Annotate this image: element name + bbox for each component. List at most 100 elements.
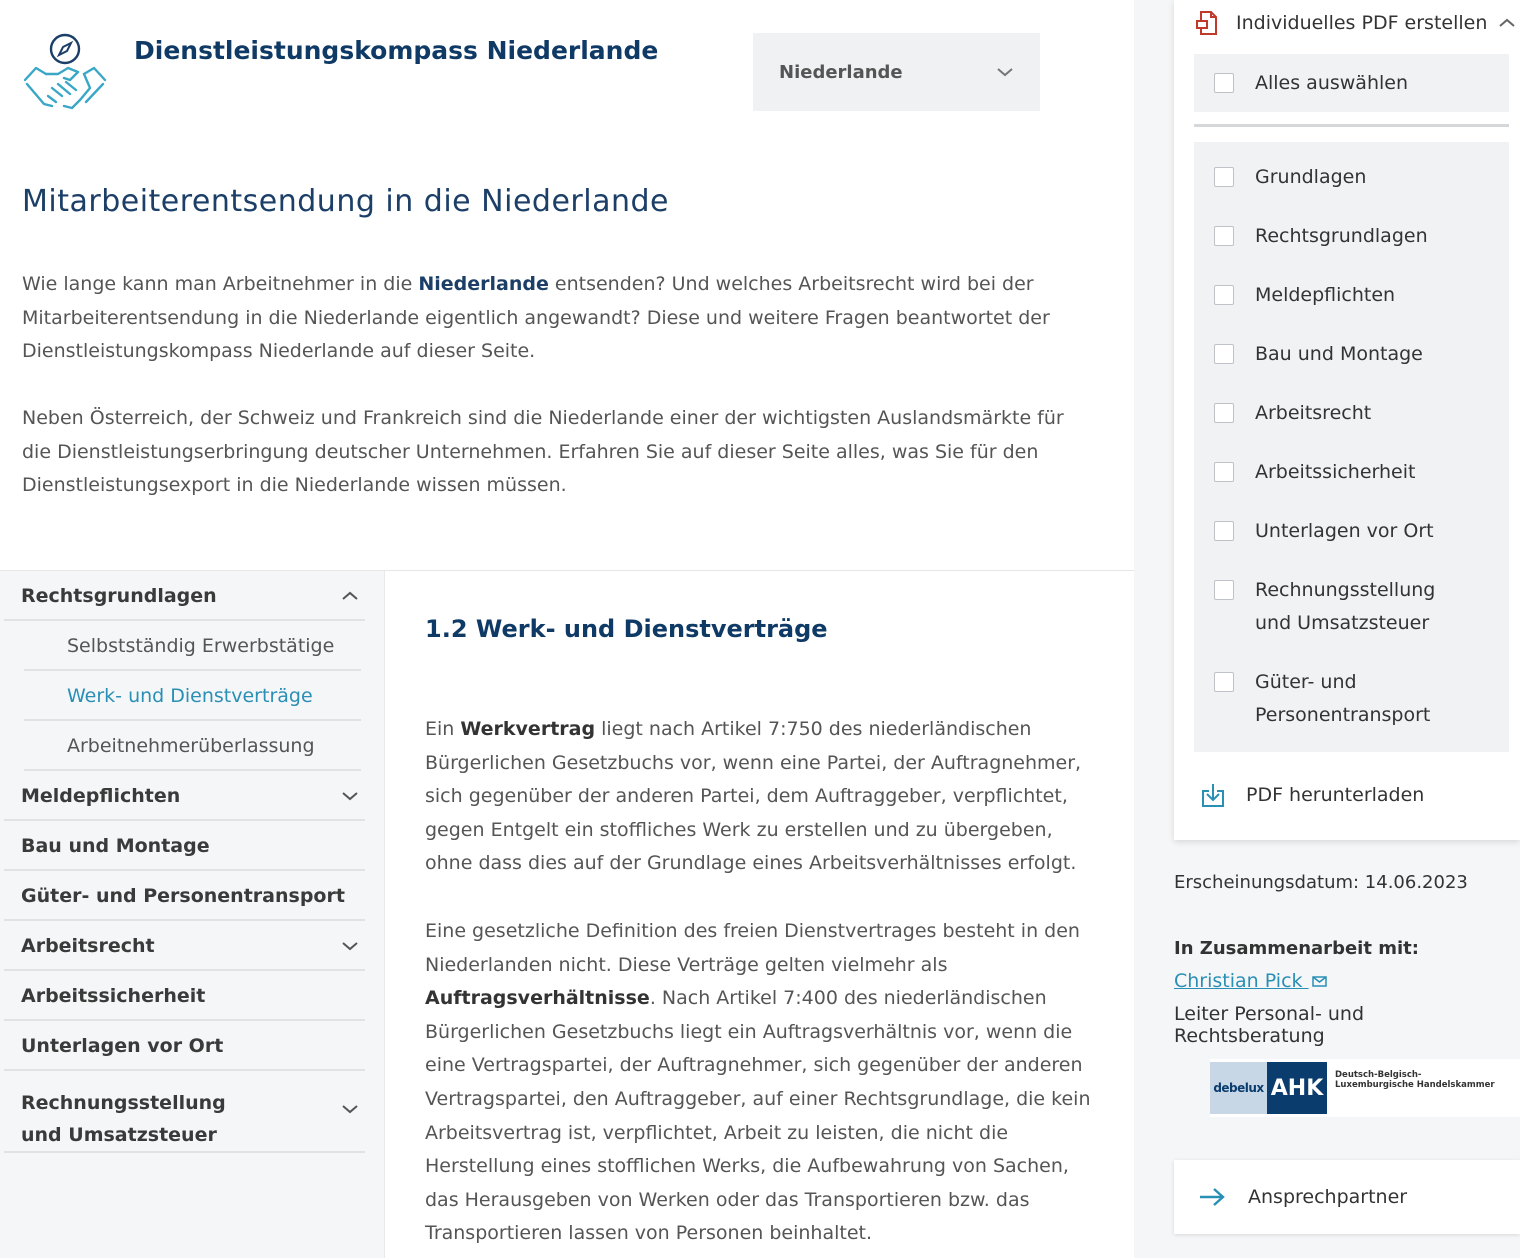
publication-date: Erscheinungsdatum: 14.06.2023 — [1174, 872, 1468, 893]
checkbox[interactable] — [1214, 344, 1234, 364]
contact-name: Christian Pick — [1174, 970, 1303, 992]
checkbox-label: Bau und Montage — [1255, 343, 1423, 365]
pdf-builder-panel: Individuelles PDF erstellen Alles auswäh… — [1174, 0, 1520, 840]
pdf-option-grundlagen[interactable]: Grundlagen — [1214, 164, 1504, 194]
pdf-section-list: Grundlagen Rechtsgrundlagen Meldepflicht… — [1194, 142, 1509, 752]
nav-item-label: Unterlagen vor Ort — [21, 1035, 224, 1057]
nav-item-transport[interactable]: Güter- und Personentransport — [4, 873, 365, 921]
nav-subitem-arbeitnehmerueberlassung[interactable]: Arbeitnehmerüberlassung — [24, 723, 361, 771]
checkbox[interactable] — [1214, 226, 1234, 246]
pdf-panel-title: Individuelles PDF erstellen — [1236, 12, 1488, 34]
pdf-option-bau-montage[interactable]: Bau und Montage — [1214, 341, 1504, 371]
checkbox[interactable] — [1214, 462, 1234, 482]
nav-item-label: Rechtsgrundlagen — [21, 585, 217, 607]
article-text: Ein — [425, 718, 461, 740]
article-title: 1.2 Werk- und Dienstverträge — [425, 615, 828, 643]
section-nav: Rechtsgrundlagen Selbstständig Erwerbstä… — [0, 571, 385, 1258]
nav-item-label: Meldepflichten — [21, 785, 181, 807]
nav-item-arbeitsrecht[interactable]: Arbeitsrecht — [4, 923, 365, 971]
nav-item-label: Bau und Montage — [21, 835, 210, 857]
download-icon — [1202, 784, 1224, 807]
brand-title[interactable]: Dienstleistungskompass Niederlande — [134, 36, 658, 65]
nav-item-rechtsgrundlagen[interactable]: Rechtsgrundlagen — [4, 573, 365, 621]
pdf-option-rechnungsstellung[interactable]: Rechnungsstellung und Umsatzsteuer — [1214, 577, 1504, 640]
intro-paragraph: Neben Österreich, der Schweiz und Frankr… — [22, 407, 1064, 496]
pdf-option-arbeitssicherheit[interactable]: Arbeitssicherheit — [1214, 459, 1504, 489]
pdf-download-button[interactable]: PDF herunterladen — [1200, 782, 1424, 808]
article-text: . Nach Artikel 7:400 des niederländische… — [425, 987, 1091, 1245]
chevron-down-icon — [342, 1105, 358, 1114]
nav-subitem-werk-dienstvertraege[interactable]: Werk- und Dienstverträge — [24, 673, 361, 721]
intro-paragraph: Wie lange kann man Arbeitnehmer in die N… — [22, 268, 1082, 369]
nav-item-arbeitssicherheit[interactable]: Arbeitssicherheit — [4, 973, 365, 1021]
article: 1.2 Werk- und Dienstverträge Ein Werkver… — [386, 571, 1134, 1258]
partner-logo-debelux: debelux — [1210, 1062, 1267, 1114]
chevron-up-icon — [1499, 18, 1515, 27]
contact-person-button[interactable]: Ansprechpartner — [1174, 1160, 1520, 1234]
nav-subitem-label: Selbstständig Erwerbstätige — [67, 635, 335, 657]
pdf-option-meldepflichten[interactable]: Meldepflichten — [1214, 282, 1504, 312]
checkbox-label: Arbeitssicherheit — [1255, 461, 1416, 483]
mail-icon — [1311, 976, 1327, 987]
checkbox-label: Güter- und Personentransport — [1255, 671, 1431, 726]
chevron-up-icon — [342, 591, 358, 600]
checkbox-label: Grundlagen — [1255, 166, 1367, 188]
pdf-option-transport[interactable]: Güter- und Personentransport — [1214, 669, 1504, 732]
checkbox-label: Rechtsgrundlagen — [1255, 225, 1428, 247]
checkbox[interactable] — [1214, 521, 1234, 541]
nav-item-unterlagen[interactable]: Unterlagen vor Ort — [4, 1023, 365, 1071]
contact-person-label: Ansprechpartner — [1248, 1186, 1408, 1208]
nav-item-label: Güter- und Personentransport — [21, 885, 345, 907]
nav-item-label: Rechnungsstellung und Umsatzsteuer — [21, 1092, 226, 1146]
country-select-value: Niederlande — [779, 61, 903, 83]
checkbox[interactable] — [1214, 285, 1234, 305]
contact-role: Leiter Personal- und Rechtsberatung — [1174, 1003, 1365, 1047]
handshake-compass-icon — [23, 33, 107, 110]
pdf-panel-toggle[interactable]: Individuelles PDF erstellen — [1196, 8, 1516, 38]
nav-item-label: Arbeitssicherheit — [21, 985, 206, 1007]
chevron-down-icon — [342, 942, 358, 951]
partner-logo-subtitle: Deutsch-Belgisch-Luxemburgische Handelsk… — [1335, 1070, 1495, 1090]
country-select[interactable]: Niederlande — [753, 33, 1040, 111]
nav-item-bau-montage[interactable]: Bau und Montage — [4, 823, 365, 871]
nav-item-meldepflichten[interactable]: Meldepflichten — [4, 773, 365, 821]
intro-highlight: Niederlande — [418, 273, 549, 295]
arrow-right-icon — [1200, 1188, 1225, 1206]
checkbox[interactable] — [1214, 403, 1234, 423]
nav-subitem-label: Arbeitnehmerüberlassung — [67, 735, 315, 757]
nav-item-label: Arbeitsrecht — [21, 935, 155, 957]
partner-logo-ahk: AHK — [1267, 1062, 1327, 1114]
article-text: Eine gesetzliche Definition des freien D… — [425, 920, 1080, 976]
article-paragraph: Ein Werkvertrag liegt nach Artikel 7:750… — [425, 713, 1105, 881]
right-sidebar: Individuelles PDF erstellen Alles auswäh… — [1134, 0, 1520, 1258]
divider — [1194, 124, 1509, 127]
checkbox[interactable] — [1214, 167, 1234, 187]
chevron-down-icon — [342, 792, 358, 801]
pdf-option-rechtsgrundlagen[interactable]: Rechtsgrundlagen — [1214, 223, 1504, 253]
pdf-file-icon — [1196, 11, 1217, 35]
checkbox-label: Meldepflichten — [1255, 284, 1396, 306]
article-paragraph: Eine gesetzliche Definition des freien D… — [425, 915, 1105, 1251]
checkbox[interactable] — [1214, 580, 1234, 600]
checkbox-label: Unterlagen vor Ort — [1255, 520, 1434, 542]
nav-item-rechnungsstellung[interactable]: Rechnungsstellung und Umsatzsteuer — [4, 1073, 365, 1153]
select-all-label: Alles auswählen — [1255, 71, 1409, 94]
partner-logo: debelux AHK Deutsch-Belgisch-Luxemburgis… — [1210, 1059, 1520, 1117]
nav-subitem-label: Werk- und Dienstverträge — [67, 685, 313, 707]
article-term: Werkvertrag — [460, 718, 596, 740]
article-term: Auftragsverhältnisse — [425, 987, 650, 1010]
nav-subitem-selbststaendig[interactable]: Selbstständig Erwerbstätige — [24, 623, 361, 671]
select-all-row[interactable]: Alles auswählen — [1194, 54, 1509, 112]
cooperation-label: In Zusammenarbeit mit: — [1174, 938, 1419, 959]
select-all-checkbox[interactable] — [1214, 73, 1234, 93]
pdf-option-unterlagen[interactable]: Unterlagen vor Ort — [1214, 518, 1504, 548]
article-text: liegt nach Artikel 7:750 des niederländi… — [425, 718, 1082, 875]
checkbox-label: Arbeitsrecht — [1255, 402, 1372, 424]
main-content: Dienstleistungskompass Niederlande Niede… — [0, 0, 1134, 1258]
pdf-option-arbeitsrecht[interactable]: Arbeitsrecht — [1214, 400, 1504, 430]
contact-name-link[interactable]: Christian Pick — [1174, 970, 1327, 992]
checkbox[interactable] — [1214, 672, 1234, 692]
page-title: Mitarbeiterentsendung in die Niederlande — [22, 184, 669, 219]
intro-text: Wie lange kann man Arbeitnehmer in die — [22, 273, 419, 295]
chevron-down-icon — [997, 68, 1013, 77]
